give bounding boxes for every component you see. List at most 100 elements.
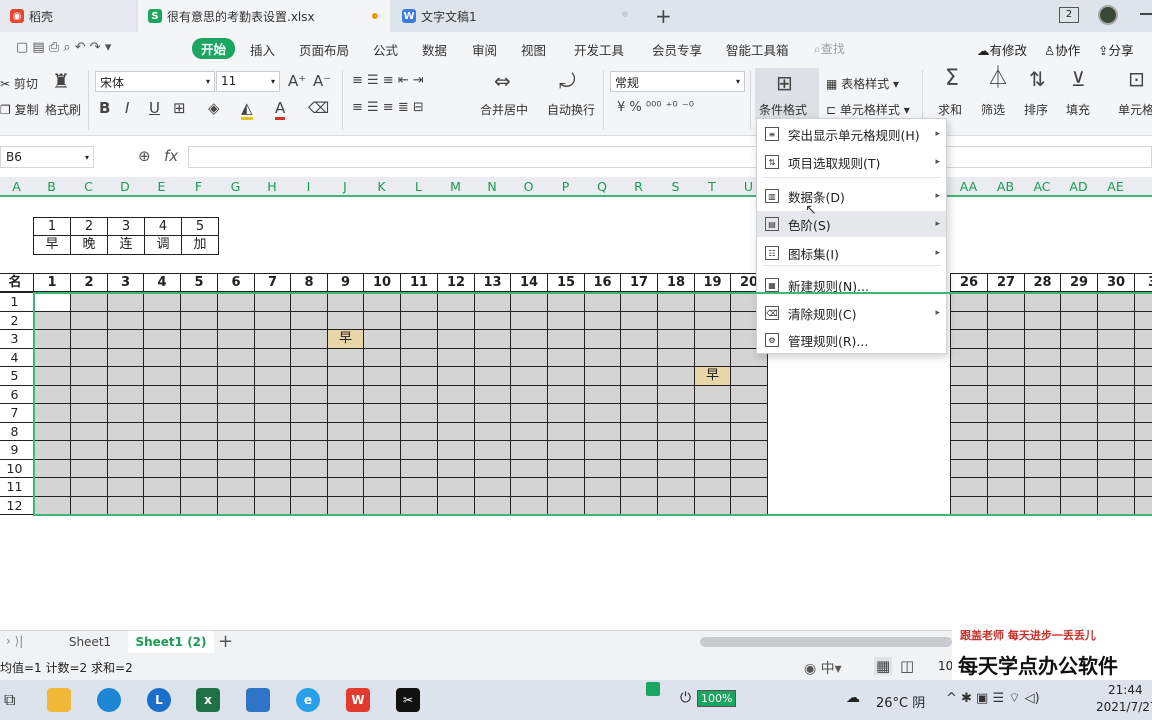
grid-cell[interactable] <box>950 292 988 312</box>
horizontal-scrollbar[interactable] <box>700 637 952 647</box>
auto-wrap-button[interactable]: 自动换行 <box>547 101 595 118</box>
grid-cell[interactable] <box>987 477 1025 497</box>
grid-cell[interactable] <box>143 403 181 423</box>
column-header-ae[interactable]: AE <box>1097 177 1134 197</box>
grid-cell[interactable] <box>217 347 255 367</box>
fill-button[interactable]: 填充 <box>1066 101 1090 118</box>
cond-menu-item-5[interactable]: ☷ 图标集(I) ▸ <box>757 240 946 266</box>
grid-cell[interactable] <box>474 403 511 423</box>
grid-cell[interactable] <box>657 347 695 367</box>
grid-cell[interactable] <box>510 458 548 478</box>
new-tab-plus-icon[interactable]: + <box>655 4 672 28</box>
grid-cell[interactable] <box>363 384 401 404</box>
grid-cell[interactable] <box>987 292 1025 312</box>
grid-cell[interactable] <box>547 292 585 312</box>
grid-cell[interactable] <box>1060 495 1098 515</box>
grid-cell[interactable] <box>437 458 475 478</box>
column-header-d[interactable]: D <box>107 177 143 197</box>
grid-cell[interactable] <box>70 477 108 497</box>
column-header-a[interactable]: A <box>0 177 33 197</box>
grid-cell[interactable] <box>143 384 181 404</box>
grid-cell[interactable] <box>547 458 585 478</box>
sigma-icon[interactable]: Σ <box>945 68 959 90</box>
grid-cell[interactable] <box>70 366 108 386</box>
grid-cell[interactable] <box>217 292 255 312</box>
grid-cell[interactable] <box>33 458 71 478</box>
grid-cell[interactable] <box>254 292 291 312</box>
grid-cell[interactable] <box>730 421 768 441</box>
quick-access-icons[interactable]: ▢ ▤ ⎙ ⌕ ↶ ↷ ▾ <box>16 40 111 55</box>
grid-cell[interactable] <box>290 477 328 497</box>
window-count-badge[interactable]: 2 <box>1059 7 1079 23</box>
fill-down-icon[interactable]: ⊻ <box>1071 69 1086 89</box>
menu-home[interactable]: 开始 <box>192 38 236 59</box>
grid-cell[interactable] <box>547 403 585 423</box>
grid-cell[interactable] <box>1134 366 1152 386</box>
grid-cell[interactable] <box>657 310 695 330</box>
currency-percent-icons[interactable]: ¥ % ⁰⁰⁰ ⁺⁰ ⁻⁰ <box>617 99 694 117</box>
grid-cell[interactable] <box>33 440 71 460</box>
grid-cell[interactable] <box>107 440 144 460</box>
grid-cell[interactable] <box>437 440 475 460</box>
wps-tray-icon[interactable] <box>646 682 660 696</box>
row-header-cell[interactable]: 2 <box>0 310 34 330</box>
format-painter-icon[interactable]: ♜ <box>52 71 70 91</box>
grid-cell[interactable] <box>547 384 585 404</box>
grid-cell[interactable] <box>730 458 768 478</box>
grid-cell[interactable] <box>474 495 511 515</box>
day-header-cell[interactable]: 28 <box>1024 273 1061 292</box>
grid-cell[interactable] <box>1024 347 1061 367</box>
grid-cell[interactable] <box>327 477 364 497</box>
grid-cell[interactable] <box>510 495 548 515</box>
day-header-cell[interactable]: 3 <box>1134 273 1152 292</box>
sum-button[interactable]: 求和 <box>938 101 962 118</box>
legend-label-cell[interactable]: 调 <box>144 235 182 255</box>
column-header-l[interactable]: L <box>400 177 437 197</box>
grid-cell[interactable] <box>694 292 731 312</box>
grid-cell[interactable] <box>254 384 291 404</box>
grid-cell[interactable] <box>1097 384 1135 404</box>
grid-cell[interactable] <box>474 421 511 441</box>
grid-cell[interactable] <box>254 403 291 423</box>
avatar[interactable] <box>1098 5 1118 25</box>
column-header-f[interactable]: F <box>180 177 217 197</box>
grid-cell[interactable] <box>254 347 291 367</box>
grid-cell[interactable] <box>1134 384 1152 404</box>
grid-cell[interactable] <box>180 421 218 441</box>
grid-cell[interactable] <box>510 347 548 367</box>
menu-data[interactable]: 数据 <box>422 40 447 59</box>
grid-cell[interactable] <box>547 329 585 349</box>
tab-word-doc[interactable]: W 文字文稿1 <box>392 0 638 32</box>
grid-cell[interactable] <box>657 292 695 312</box>
grid-cell[interactable] <box>217 384 255 404</box>
grid-cell[interactable] <box>584 347 621 367</box>
grid-cell[interactable] <box>1024 458 1061 478</box>
grid-cell[interactable] <box>987 440 1025 460</box>
grid-cell[interactable] <box>730 477 768 497</box>
grid-cell[interactable] <box>400 329 438 349</box>
font-size-select[interactable]: 11 ▾ <box>216 71 280 92</box>
grid-cell[interactable] <box>1134 347 1152 367</box>
column-header-t[interactable]: T <box>694 177 730 197</box>
column-header-ac[interactable]: AC <box>1024 177 1060 197</box>
grid-cell[interactable] <box>327 366 364 386</box>
grid-cell[interactable] <box>70 421 108 441</box>
grid-cell[interactable] <box>694 310 731 330</box>
grid-cell[interactable] <box>217 329 255 349</box>
grid-cell[interactable] <box>510 366 548 386</box>
day-header-cell[interactable]: 18 <box>657 273 695 292</box>
grid-cell[interactable] <box>950 421 988 441</box>
mail-icon[interactable] <box>246 688 270 712</box>
column-header-g[interactable]: G <box>217 177 254 197</box>
grid-cell[interactable] <box>363 366 401 386</box>
grid-cell[interactable] <box>657 458 695 478</box>
capcut-icon[interactable]: ✂ <box>396 688 420 712</box>
grid-cell[interactable] <box>1097 421 1135 441</box>
grid-cell[interactable] <box>584 310 621 330</box>
grid-cell[interactable] <box>694 384 731 404</box>
grid-cell[interactable] <box>987 347 1025 367</box>
grid-cell[interactable] <box>290 458 328 478</box>
grid-cell[interactable] <box>363 292 401 312</box>
grid-cell[interactable] <box>474 347 511 367</box>
grid-cell[interactable] <box>987 421 1025 441</box>
